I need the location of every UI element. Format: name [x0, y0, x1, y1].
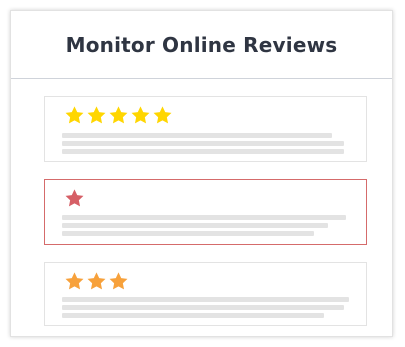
card-title: Monitor Online Reviews: [65, 32, 338, 57]
star-icon: [108, 105, 129, 126]
review-text-line: [62, 133, 332, 138]
reviews-card: Monitor Online Reviews: [10, 10, 393, 337]
star-icon: [64, 105, 85, 126]
star-icon: [64, 188, 85, 209]
star-rating: [64, 187, 86, 209]
card-header: Monitor Online Reviews: [11, 11, 392, 79]
review-item-3[interactable]: [44, 262, 367, 326]
star-icon: [108, 271, 129, 292]
review-text-line: [62, 313, 324, 318]
review-text-line: [62, 305, 344, 310]
review-item-2[interactable]: [44, 179, 367, 245]
review-item-1[interactable]: [44, 96, 367, 162]
review-text-line: [62, 141, 344, 146]
star-icon: [86, 271, 107, 292]
star-icon: [64, 271, 85, 292]
star-icon: [152, 105, 173, 126]
review-text-line: [62, 215, 346, 220]
star-icon: [130, 105, 151, 126]
review-text-line: [62, 231, 314, 236]
star-icon: [86, 105, 107, 126]
review-text-line: [62, 297, 349, 302]
review-text-line: [62, 149, 344, 154]
star-rating: [64, 270, 130, 292]
review-text-line: [62, 223, 328, 228]
star-rating: [64, 104, 174, 126]
